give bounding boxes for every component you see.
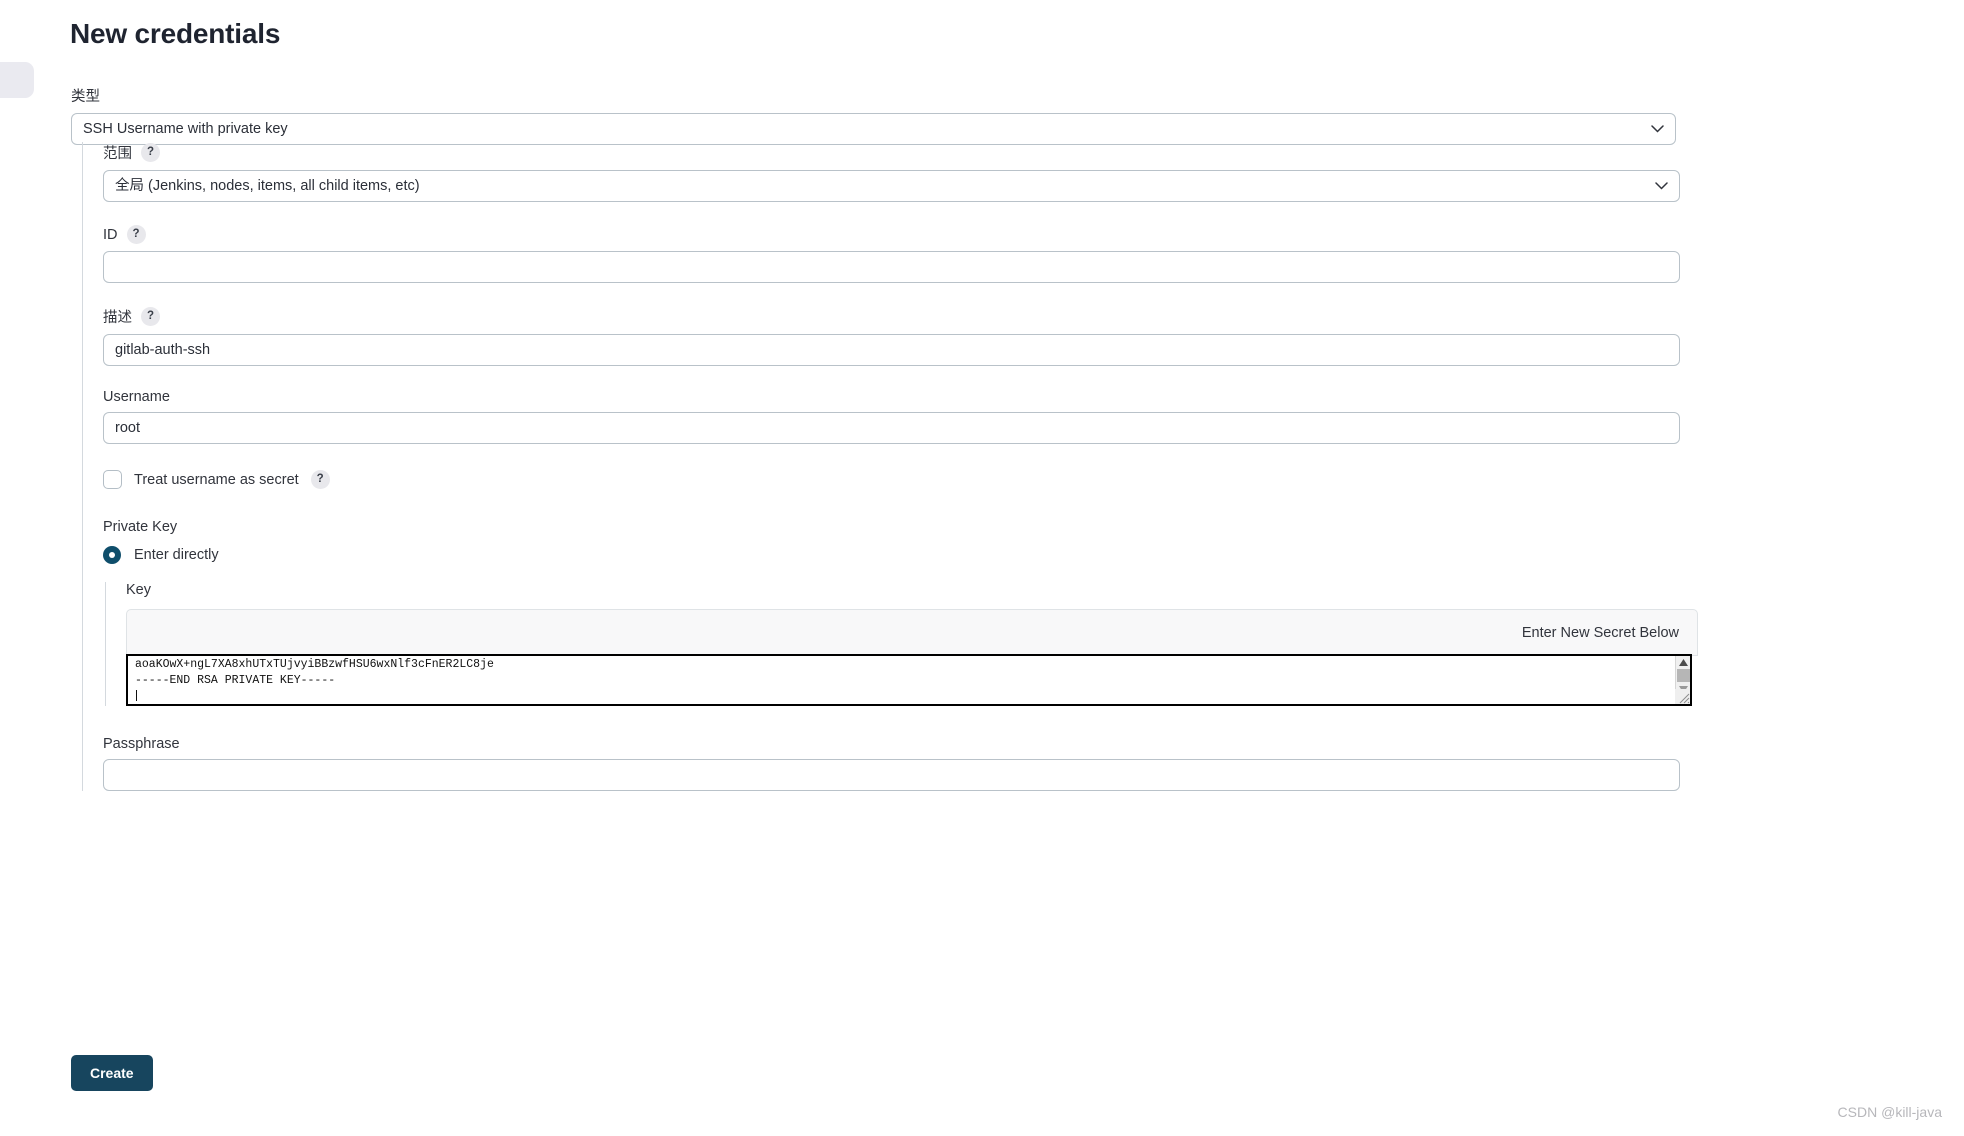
enter-directly-radio[interactable] [103,546,121,564]
username-input[interactable] [103,412,1680,444]
id-label-text: ID [103,226,118,243]
private-key-group: Private Key Enter directly Key Enter New… [103,519,1698,706]
passphrase-label-text: Passphrase [103,736,180,752]
enter-directly-label: Enter directly [134,547,219,563]
help-icon[interactable]: ? [310,470,330,489]
id-input[interactable] [103,251,1680,283]
text-caret [128,687,1690,704]
passphrase-label: Passphrase [103,736,1680,752]
scope-field-group: 范围 ? 全局 (Jenkins, nodes, items, all chil… [103,142,1680,202]
private-key-label: Private Key [103,519,178,535]
username-label-text: Username [103,389,170,405]
username-field-group: Username [103,389,1680,444]
help-icon[interactable]: ? [141,307,160,326]
treat-username-secret-checkbox[interactable] [103,470,122,489]
type-field-group: 类型 SSH Username with private key [71,85,1676,145]
enter-directly-radio-row[interactable]: Enter directly [103,546,1680,564]
private-key-text-line-1: aoaKOwX+ngL7XA8xhUTxTUjvyiBBzwfHSU6wxNlf… [135,658,494,671]
watermark: CSDN @kill-java [1837,1104,1942,1120]
help-icon[interactable]: ? [126,225,146,244]
treat-username-secret-row[interactable]: Treat username as secret ? [103,470,1680,489]
credential-type-select[interactable]: SSH Username with private key [71,113,1676,145]
private-key-textarea[interactable]: aoaKOwX+ngL7XA8xhUTxTUjvyiBBzwfHSU6wxNlf… [126,654,1692,706]
description-input[interactable] [103,334,1680,366]
description-label: 描述 ? [103,306,1680,327]
scroll-up-icon[interactable] [1676,656,1691,668]
key-subsection: Key Enter New Secret Below aoaKOwX+ngL7X… [105,582,1698,706]
chevron-down-icon [1655,171,1668,201]
page-title: New credentials [70,18,281,49]
scope-label-text: 范围 [103,146,132,162]
username-label: Username [103,389,1680,405]
scope-label: 范围 ? [103,142,1680,163]
passphrase-field-group: Passphrase [103,736,1680,791]
treat-username-secret-label: Treat username as secret [134,471,299,488]
credential-details-section: 范围 ? 全局 (Jenkins, nodes, items, all chil… [82,142,1698,791]
passphrase-input[interactable] [103,759,1680,791]
type-label-text: 类型 [71,89,100,105]
enter-new-secret-text: Enter New Secret Below [1521,624,1679,641]
id-label: ID ? [103,225,1680,244]
enter-new-secret-header: Enter New Secret Below [126,609,1698,656]
credential-type-value: SSH Username with private key [83,121,288,137]
chevron-down-icon [1651,114,1664,144]
key-label: Key [126,582,151,598]
scope-select[interactable]: 全局 (Jenkins, nodes, items, all child ite… [103,170,1680,202]
create-button[interactable]: Create [71,1055,153,1091]
description-field-group: 描述 ? [103,306,1680,366]
scope-value: 全局 (Jenkins, nodes, items, all child ite… [115,178,420,194]
help-icon[interactable]: ? [141,143,160,162]
private-key-text-line-2: -----END RSA PRIVATE KEY----- [135,673,336,687]
sidebar-stub [0,62,34,98]
id-field-group: ID ? [103,225,1680,283]
credentials-page: New credentials 类型 SSH Username with pri… [0,0,1964,1136]
scrollbar-thumb[interactable] [1676,669,1690,682]
secret-key-widget: Enter New Secret Below aoaKOwX+ngL7XA8xh… [126,609,1698,706]
description-label-text: 描述 [103,310,132,326]
type-label: 类型 [71,85,1676,106]
textarea-resize-grip[interactable] [1675,689,1690,704]
